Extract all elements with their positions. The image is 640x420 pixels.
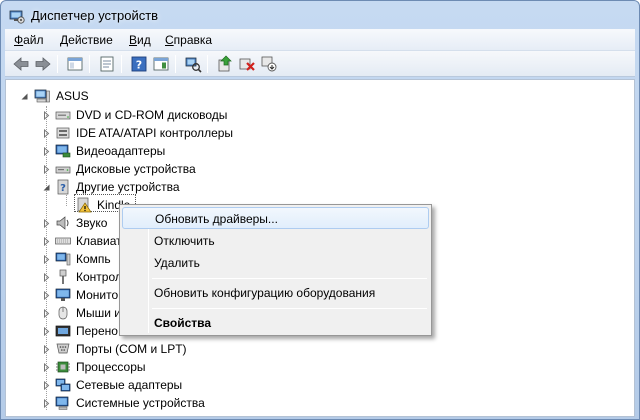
system-device-icon: [55, 396, 69, 410]
context-uninstall-label: Удалить: [154, 256, 200, 270]
warning-device-icon: [77, 197, 92, 213]
expand-arrow-icon[interactable]: [42, 291, 51, 300]
expand-arrow-icon[interactable]: [42, 165, 51, 174]
title-bar[interactable]: Диспетчер устройств: [1, 1, 639, 31]
show-hide-tree-icon[interactable]: [65, 54, 85, 74]
svg-text:?: ?: [60, 183, 66, 194]
keyboard-icon: [55, 237, 71, 245]
menu-bar: Файл Действие Вид Справка: [5, 29, 635, 51]
context-uninstall[interactable]: Удалить: [122, 252, 429, 274]
tree-item-label[interactable]: Другие устройства: [76, 180, 180, 194]
context-properties-label: Свойства: [154, 316, 212, 330]
context-disable-label: Отключить: [154, 234, 215, 248]
forward-icon[interactable]: [33, 54, 53, 74]
context-properties[interactable]: Свойства: [122, 312, 429, 334]
context-scan-hardware-label: Обновить конфигурацию оборудования: [154, 286, 376, 300]
device-manager-icon: [9, 10, 25, 24]
tree-item-label[interactable]: Перено: [76, 324, 118, 338]
portable-device-icon: [55, 325, 71, 337]
tree-item-label[interactable]: Видеоадаптеры: [76, 144, 165, 158]
tree-item-label[interactable]: Монито: [76, 288, 118, 302]
action-pane-icon[interactable]: [151, 54, 171, 74]
processor-icon: [56, 361, 70, 373]
expand-arrow-icon[interactable]: [42, 129, 51, 138]
device-manager-window: Диспетчер устройств Файл Действие Вид Сп…: [0, 0, 640, 420]
usb-controller-icon: [59, 269, 67, 284]
toolbar-separator: [121, 55, 122, 73]
tree-item-label[interactable]: Клавиат: [76, 234, 122, 248]
expand-arrow-icon[interactable]: [42, 273, 51, 282]
toolbar: ?: [5, 51, 635, 77]
context-scan-hardware[interactable]: Обновить конфигурацию оборудования: [122, 282, 429, 304]
expand-arrow-icon[interactable]: [42, 309, 51, 318]
context-disable[interactable]: Отключить: [122, 230, 429, 252]
back-icon[interactable]: [11, 54, 31, 74]
expand-arrow-icon[interactable]: [42, 237, 51, 246]
computer-icon: [55, 252, 71, 266]
tree-item-label[interactable]: Контрол: [76, 270, 122, 284]
context-separator: [152, 278, 427, 279]
scan-hardware-icon[interactable]: [183, 54, 203, 74]
tree-root-label[interactable]: ASUS: [56, 89, 89, 103]
display-adapter-icon: [55, 144, 71, 158]
expand-arrow-icon[interactable]: [42, 147, 51, 156]
context-update-drivers[interactable]: Обновить драйверы...: [122, 207, 429, 229]
expand-arrow-icon[interactable]: [42, 327, 51, 336]
toolbar-separator: [175, 55, 176, 73]
menu-view[interactable]: Вид: [129, 33, 151, 47]
tree-item-label[interactable]: IDE ATA/ATAPI контроллеры: [76, 126, 233, 140]
tree-item-label[interactable]: Системные устройства: [76, 396, 205, 410]
expand-arrow-icon[interactable]: [42, 363, 51, 372]
menu-action[interactable]: Действие: [60, 33, 113, 47]
ide-controller-icon: [56, 127, 70, 139]
tree-item-label[interactable]: Сетевые адаптеры: [76, 378, 182, 392]
properties-icon[interactable]: [97, 54, 117, 74]
tree-item-label[interactable]: Процессоры: [76, 360, 146, 374]
mouse-icon: [58, 306, 68, 320]
window-title: Диспетчер устройств: [31, 8, 159, 23]
computer-icon: [34, 89, 50, 103]
menu-file[interactable]: Файл: [14, 33, 44, 47]
expand-arrow-icon[interactable]: [42, 399, 51, 408]
disable-icon[interactable]: [259, 54, 279, 74]
disk-drive-icon: [55, 166, 71, 174]
expand-arrow-icon[interactable]: [42, 381, 51, 390]
menu-help[interactable]: Справка: [165, 33, 212, 47]
tree-item-label[interactable]: Компь: [76, 252, 111, 266]
network-adapter-icon: [55, 378, 71, 392]
uninstall-icon[interactable]: [237, 54, 257, 74]
expand-arrow-icon[interactable]: [42, 255, 51, 264]
context-separator: [152, 308, 427, 309]
monitor-icon: [55, 288, 71, 301]
optical-drive-icon: [55, 111, 71, 120]
expand-arrow-icon[interactable]: [42, 111, 51, 120]
expand-arrow-icon[interactable]: [42, 345, 51, 354]
speaker-icon: [56, 216, 69, 230]
tree-item-label[interactable]: Порты (COM и LPT): [76, 342, 187, 356]
toolbar-separator: [89, 55, 90, 73]
port-icon: [56, 343, 70, 354]
tree-item-label[interactable]: DVD и CD-ROM дисководы: [76, 108, 227, 122]
tree-item-label[interactable]: Звуко: [76, 216, 107, 230]
collapse-arrow-icon[interactable]: [20, 92, 29, 101]
toolbar-separator: [207, 55, 208, 73]
expand-arrow-icon[interactable]: [42, 219, 51, 228]
context-menu: Обновить драйверы... Отключить Удалить О…: [119, 204, 432, 336]
toolbar-separator: [57, 55, 58, 73]
svg-text:?: ?: [136, 59, 142, 72]
update-driver-icon[interactable]: [215, 54, 235, 74]
tree-item-label[interactable]: Дисковые устройства: [76, 162, 196, 176]
tree-item-label[interactable]: Мыши и: [76, 306, 121, 320]
context-update-drivers-label: Обновить драйверы...: [155, 212, 278, 226]
other-devices-icon: ?: [57, 179, 69, 195]
help-icon[interactable]: ?: [129, 54, 149, 74]
collapse-arrow-icon[interactable]: [42, 183, 51, 192]
